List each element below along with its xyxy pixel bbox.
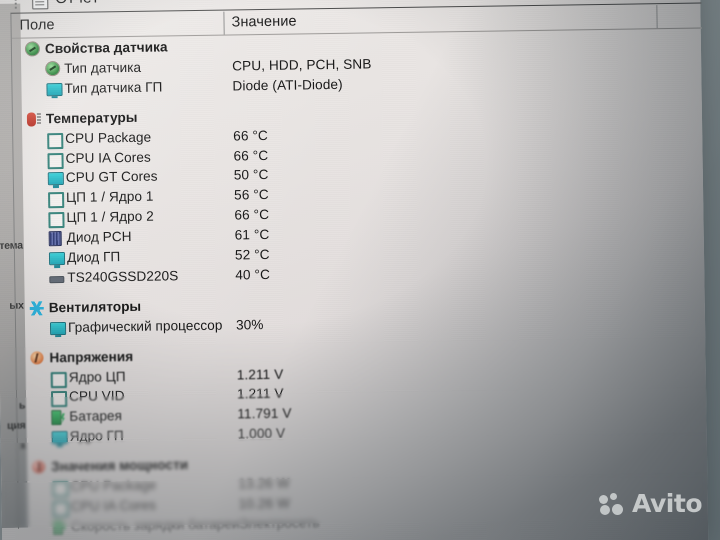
row-value: 30% — [235, 316, 264, 333]
hdd-icon — [49, 275, 65, 284]
document-icon — [32, 0, 49, 9]
row-label: Диод PCH — [66, 229, 132, 246]
cpu-chip-icon — [47, 152, 64, 169]
voltage-icon — [30, 350, 44, 365]
section-title: Температуры — [45, 109, 138, 126]
row-label: Диод ГП — [66, 249, 121, 265]
row-value: 11.791 V — [237, 405, 292, 422]
row-value: 1.211 V — [236, 386, 284, 402]
row-value: 56 °C — [233, 187, 269, 203]
row-label: Ядро ГП — [69, 428, 124, 445]
tab-report-label: Отчёт — [55, 0, 99, 8]
row-value: 66 °C — [233, 147, 269, 163]
row-value: 10.26 W — [238, 495, 291, 512]
row-value: Электросеть — [238, 515, 320, 532]
row-label: Батарея — [69, 408, 123, 425]
toolbar-drag-handle[interactable] — [14, 0, 18, 10]
row-label: Скорость зарядки батареи — [70, 516, 240, 534]
row-label: CPU Package — [70, 477, 157, 494]
battery-icon — [51, 410, 62, 426]
row-value: 1.211 V — [236, 366, 284, 382]
row-label: ЦП 1 / Ядро 2 — [66, 208, 154, 226]
row-label: Ядро ЦП — [68, 368, 126, 385]
photo-of-screen: стемаыхьциях Отчёт Поле Значение Свойств… — [0, 0, 720, 540]
aida64-report-window: стемаыхьциях Отчёт Поле Значение Свойств… — [0, 0, 709, 540]
row-value: Diode (ATI-Diode) — [232, 76, 343, 94]
cpu-chip-icon — [48, 212, 65, 229]
column-divider-1[interactable] — [223, 11, 226, 35]
column-header-field[interactable]: Поле — [19, 17, 54, 34]
gpu-icon — [47, 172, 64, 186]
fan-icon — [29, 301, 44, 316]
cpu-chip-icon — [47, 132, 64, 149]
cpu-chip-icon — [52, 480, 69, 498]
row-label: CPU VID — [68, 388, 125, 405]
avito-logo-icon — [599, 492, 625, 515]
row-label: Графический процессор — [67, 317, 223, 335]
row-value: 1.000 V — [237, 425, 286, 442]
report-list-panel[interactable]: Поле Значение Свойства датчика Тип датчик… — [10, 2, 709, 535]
row-label: CPU IA Cores — [70, 497, 157, 514]
section-title: Свойства датчика — [44, 39, 168, 57]
row-value: 50 °C — [233, 167, 269, 183]
battery-icon — [52, 519, 64, 535]
row-value: 61 °C — [234, 227, 270, 243]
cpu-chip-icon — [48, 192, 65, 209]
tab-report[interactable]: Отчёт — [30, 0, 109, 11]
row-label: TS240GSSD220S — [67, 268, 179, 285]
pch-chip-icon — [48, 231, 62, 247]
sensor-gauge-green-icon — [25, 42, 40, 56]
cpu-chip-icon — [52, 500, 69, 518]
avito-watermark: Avito — [599, 489, 702, 518]
row-value: 66 °C — [233, 127, 268, 144]
row-value: 66 °C — [234, 207, 270, 223]
cpu-chip-icon — [50, 391, 68, 408]
row-value: 13.26 W — [238, 475, 290, 492]
row-label: CPU Package — [65, 129, 152, 146]
column-header-value[interactable]: Значение — [231, 14, 296, 31]
row-value: 40 °C — [235, 266, 271, 283]
thermometer-icon — [26, 112, 37, 127]
row-label: CPU IA Cores — [65, 149, 151, 166]
gpu-icon — [48, 251, 66, 266]
column-divider-2[interactable] — [656, 5, 659, 29]
row-value: 52 °C — [234, 246, 270, 263]
row-label: Тип датчика — [64, 59, 142, 76]
power-icon — [32, 460, 46, 474]
row-value: CPU, HDD, PCH, SNB — [232, 56, 372, 74]
section-title: Значения мощности — [50, 457, 189, 475]
cpu-chip-icon — [50, 371, 67, 388]
section-title: Напряжения — [49, 348, 134, 365]
section-title: Вентиляторы — [48, 298, 142, 316]
row-label: Тип датчика ГП — [64, 79, 163, 96]
gpu-icon — [49, 321, 67, 335]
gpu-icon — [51, 431, 68, 445]
row-label: ЦП 1 / Ядро 1 — [66, 188, 154, 206]
sensor-gauge-green-icon — [46, 61, 60, 76]
row-label: CPU GT Cores — [65, 168, 158, 186]
avito-wordmark: Avito — [632, 489, 702, 518]
gpu-icon — [46, 82, 63, 97]
